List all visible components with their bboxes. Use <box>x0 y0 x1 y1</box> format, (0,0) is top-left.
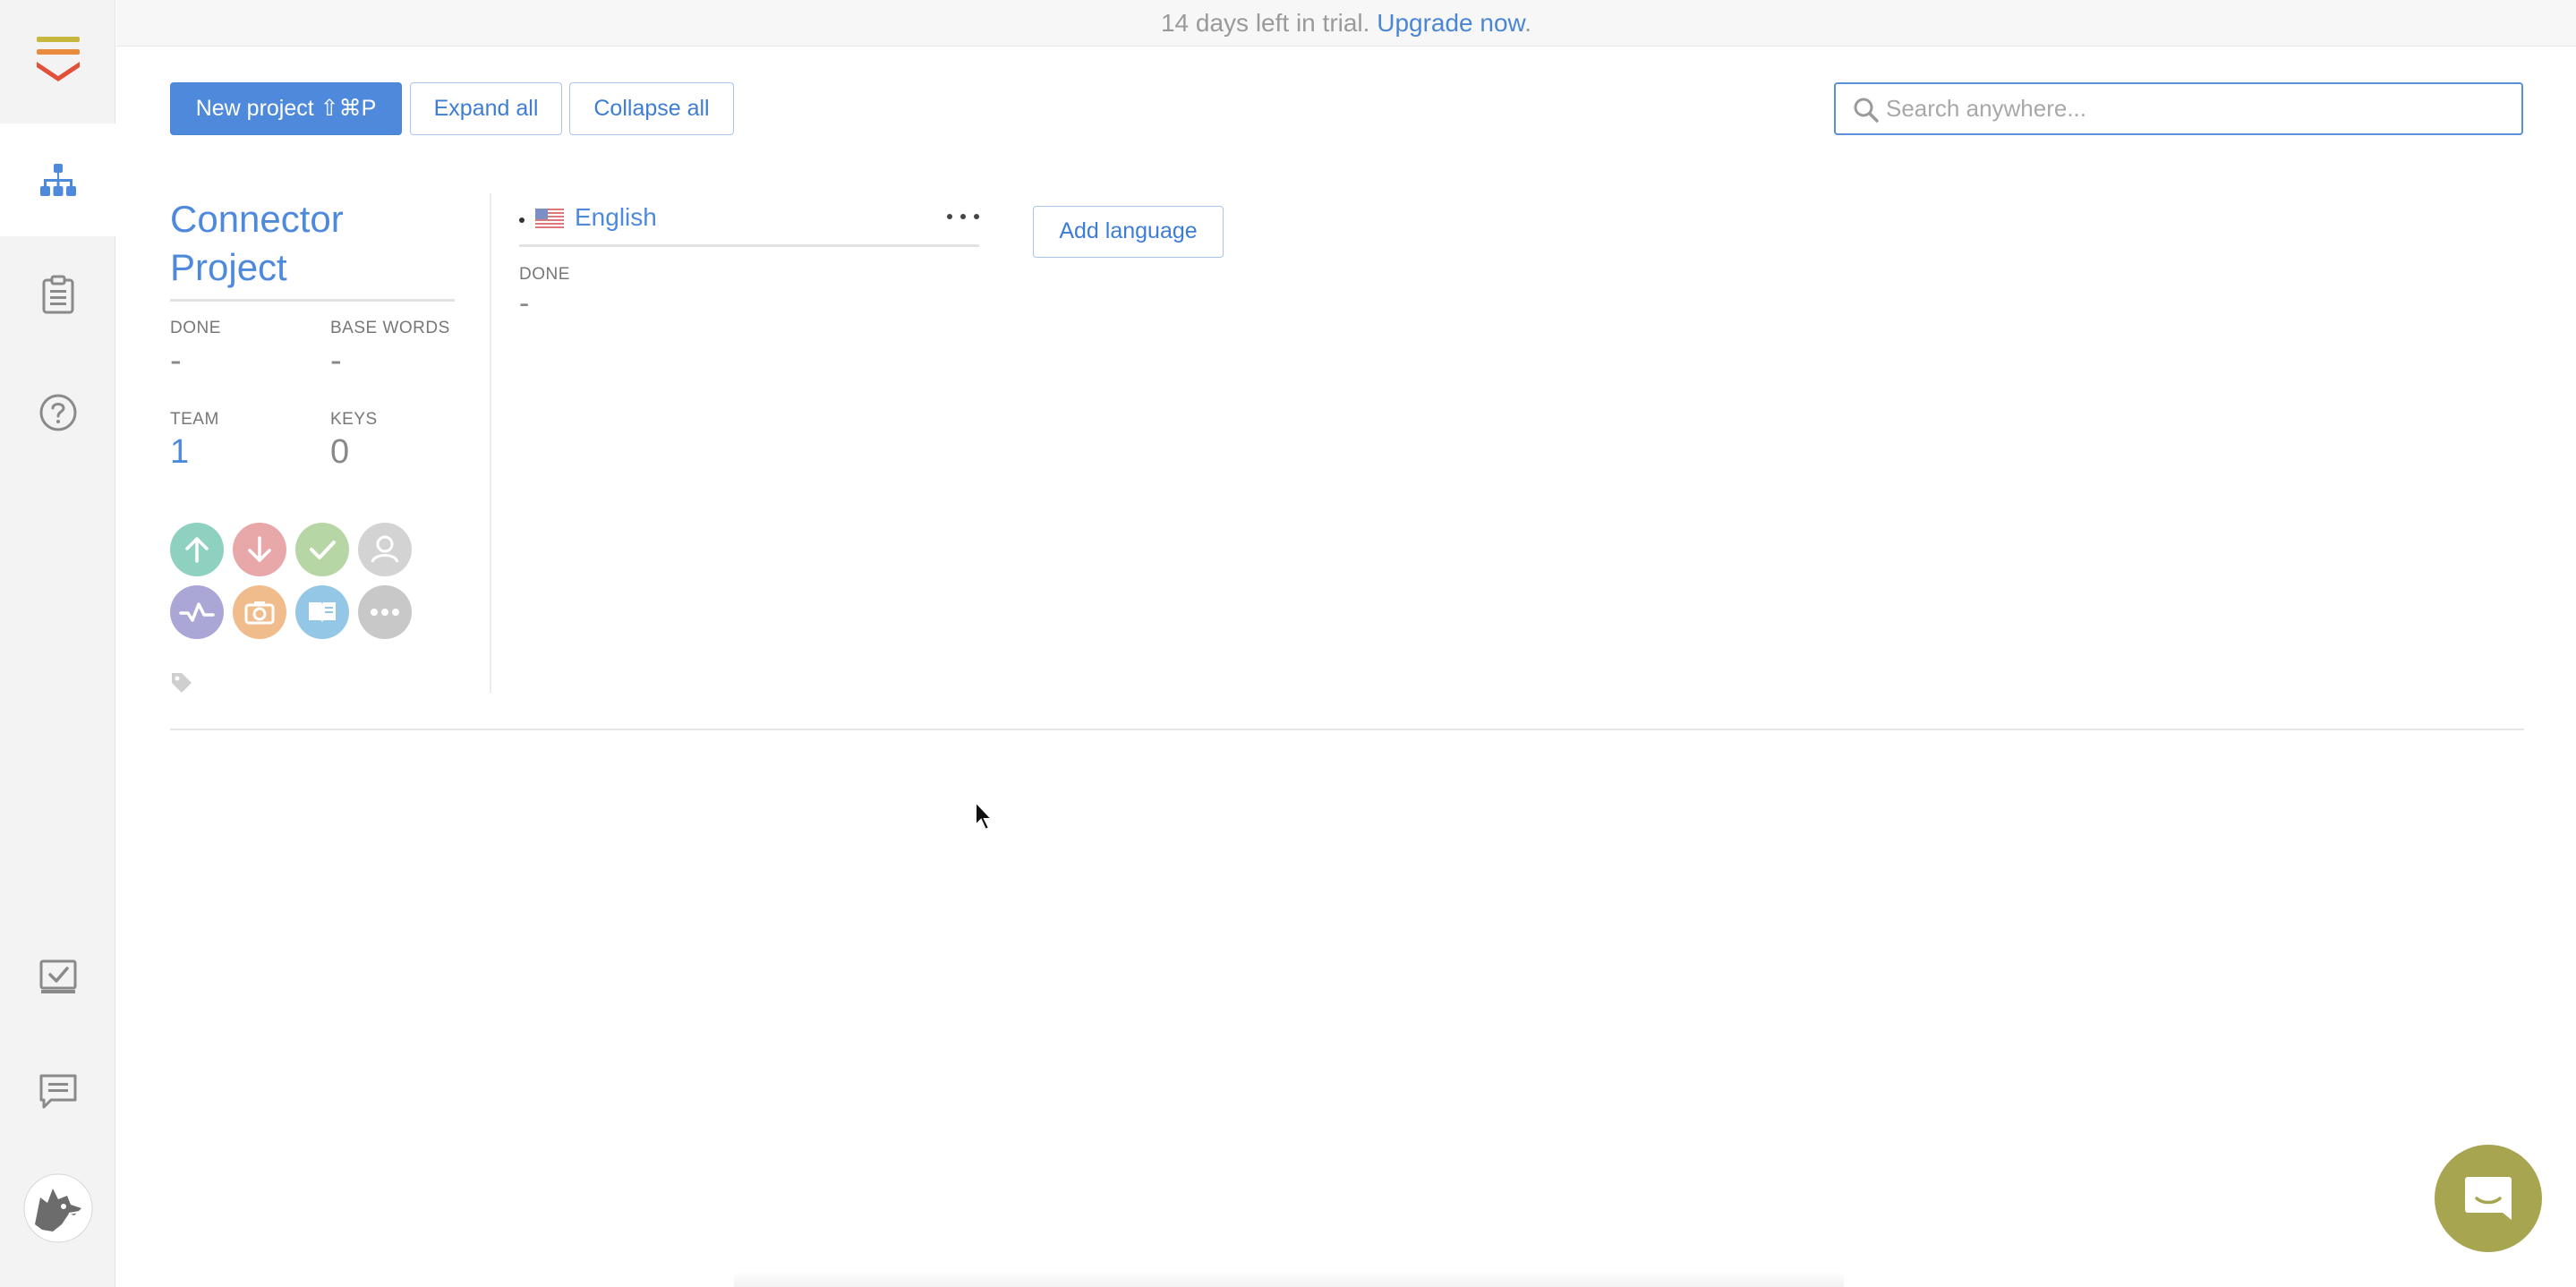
language-bullet <box>519 217 525 223</box>
language-done-label: DONE <box>519 265 570 284</box>
sidebar-item-user[interactable] <box>0 1152 115 1265</box>
team-value[interactable]: 1 <box>170 433 189 472</box>
base-words-label: BASE WORDS <box>330 319 450 337</box>
project-bottom-divider <box>170 729 2524 730</box>
search-box <box>1834 82 2523 135</box>
trial-banner: 14 days left in trial. Upgrade now. <box>116 0 2576 47</box>
chat-launcher-button[interactable] <box>2435 1145 2542 1252</box>
glossary-icon <box>309 602 336 623</box>
sitemap-icon <box>39 164 76 196</box>
contributor-icon <box>371 535 399 563</box>
language-menu-button[interactable] <box>947 206 979 227</box>
team-label: TEAM <box>170 410 219 429</box>
more-icon <box>371 609 399 616</box>
left-sidebar <box>0 0 115 1287</box>
sidebar-item-orders[interactable] <box>0 238 115 351</box>
menu-dot <box>947 214 952 219</box>
base-words-value: - <box>330 342 342 379</box>
project-title[interactable]: Connector Project <box>170 195 456 292</box>
app-logo[interactable] <box>0 0 115 120</box>
review-check-icon <box>310 541 336 559</box>
screenshots-icon <box>244 601 275 625</box>
avatar-icon <box>23 1173 92 1243</box>
new-project-button[interactable]: New project ⇧⌘P <box>170 82 402 135</box>
review-button[interactable] <box>295 523 349 576</box>
done-label: DONE <box>170 319 221 337</box>
search-icon <box>1854 98 1879 123</box>
logo-icon <box>36 37 80 81</box>
bottom-edge-shadow <box>734 1271 1844 1287</box>
keys-value: 0 <box>330 433 350 471</box>
upload-button[interactable] <box>170 523 224 576</box>
collapse-all-button[interactable]: Collapse all <box>569 82 734 135</box>
activity-icon <box>179 602 215 622</box>
clipboard-icon <box>42 275 73 314</box>
download-button[interactable] <box>233 523 286 576</box>
trial-text: 14 days left in trial. <box>1160 9 1370 37</box>
search-input[interactable] <box>1886 89 2503 127</box>
keys-label: KEYS <box>330 410 378 429</box>
screenshots-button[interactable] <box>233 585 286 639</box>
sidebar-item-tasks[interactable] <box>0 921 115 1034</box>
done-value: - <box>170 342 182 379</box>
sidebar-item-chat[interactable] <box>0 1036 115 1148</box>
add-language-button[interactable]: Add language <box>1033 206 1224 258</box>
contributors-button[interactable] <box>358 523 412 576</box>
activity-button[interactable] <box>170 585 224 639</box>
chat-icon <box>2465 1177 2512 1220</box>
menu-dot <box>960 214 966 219</box>
project-column-divider <box>490 193 491 693</box>
upgrade-now-link[interactable]: Upgrade now <box>1377 9 1524 37</box>
project-title-divider <box>170 299 455 302</box>
download-icon <box>248 536 271 562</box>
sidebar-item-help[interactable] <box>0 356 115 469</box>
language-done-value: - <box>519 286 530 320</box>
banner-period: . <box>1524 9 1532 37</box>
language-divider <box>519 244 979 247</box>
message-icon <box>39 1074 76 1109</box>
menu-dot <box>974 214 979 219</box>
question-icon <box>39 394 76 431</box>
sidebar-item-projects[interactable] <box>0 124 115 236</box>
upload-icon <box>185 537 209 563</box>
mouse-cursor-icon <box>975 800 994 831</box>
glossary-button[interactable] <box>295 585 349 639</box>
task-check-icon <box>39 959 76 993</box>
tag-icon[interactable] <box>170 671 193 695</box>
us-flag-icon <box>535 209 564 228</box>
more-actions-button[interactable] <box>358 585 412 639</box>
expand-all-button[interactable]: Expand all <box>410 82 562 135</box>
language-english-link[interactable]: English <box>575 203 657 232</box>
